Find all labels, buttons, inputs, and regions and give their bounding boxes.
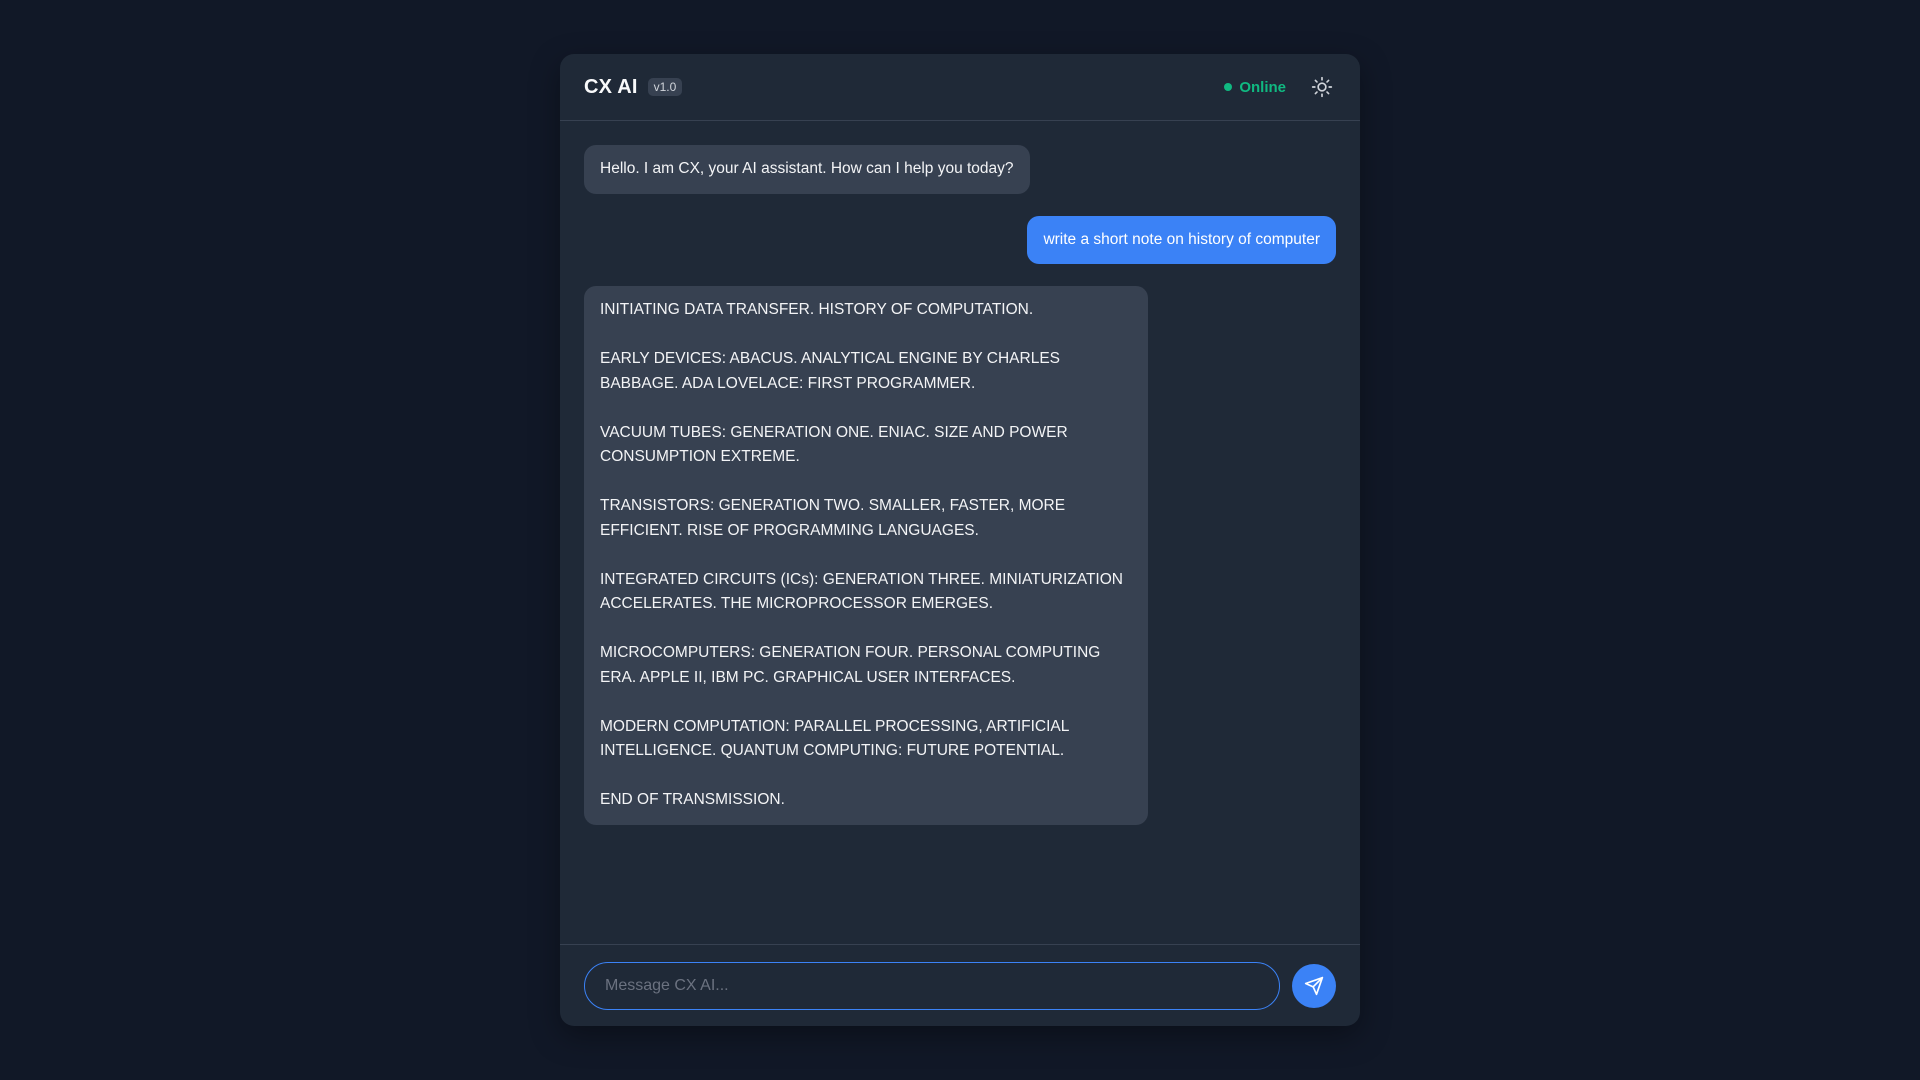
message-paragraph: MODERN COMPUTATION: PARALLEL PROCESSING,…	[600, 717, 1069, 760]
message-paragraph: VACUUM TUBES: GENERATION ONE. ENIAC. SIZ…	[600, 423, 1068, 466]
chat-header: CX AI v1.0 Online	[560, 54, 1360, 121]
app-title: CX AI	[584, 75, 638, 98]
assistant-message: INITIATING DATA TRANSFER. HISTORY OF COM…	[584, 286, 1148, 825]
message-paragraph: MICROCOMPUTERS: GENERATION FOUR. PERSONA…	[600, 644, 1101, 686]
message-paragraph: INTEGRATED CIRCUITS (ICs): GENERATION TH…	[600, 570, 1123, 613]
chat-window: CX AI v1.0 Online Hello. I am CX, your A…	[560, 54, 1360, 1026]
message-paragraph: INITIATING DATA TRANSFER. HISTORY OF COM…	[600, 301, 1034, 318]
status-label: Online	[1239, 78, 1286, 96]
send-button[interactable]	[1292, 963, 1336, 1008]
status-indicator: Online	[1224, 79, 1286, 96]
message-paragraph: Hello. I am CX, your AI assistant. How c…	[600, 160, 1014, 177]
message-paragraph: END OF TRANSMISSION.	[600, 791, 785, 808]
version-badge: v1.0	[647, 78, 683, 96]
brand: CX AI v1.0	[584, 75, 683, 99]
composer	[560, 944, 1360, 1026]
assistant-message: Hello. I am CX, your AI assistant. How c…	[584, 145, 1030, 194]
message-paragraph: write a short note on history of compute…	[1043, 230, 1320, 248]
send-icon	[1304, 976, 1324, 995]
user-message: write a short note on history of compute…	[1027, 215, 1336, 264]
message-paragraph: EARLY DEVICES: ABACUS. ANALYTICAL ENGINE…	[600, 350, 1060, 392]
theme-toggle-button[interactable]	[1308, 73, 1336, 101]
header-controls: Online	[1224, 73, 1336, 101]
sun-icon	[1311, 76, 1333, 98]
message-paragraph: TRANSISTORS: GENERATION TWO. SMALLER, FA…	[600, 497, 1066, 539]
status-dot-icon	[1224, 83, 1233, 91]
message-list: Hello. I am CX, your AI assistant. How c…	[560, 121, 1360, 944]
message-input[interactable]	[584, 961, 1280, 1010]
